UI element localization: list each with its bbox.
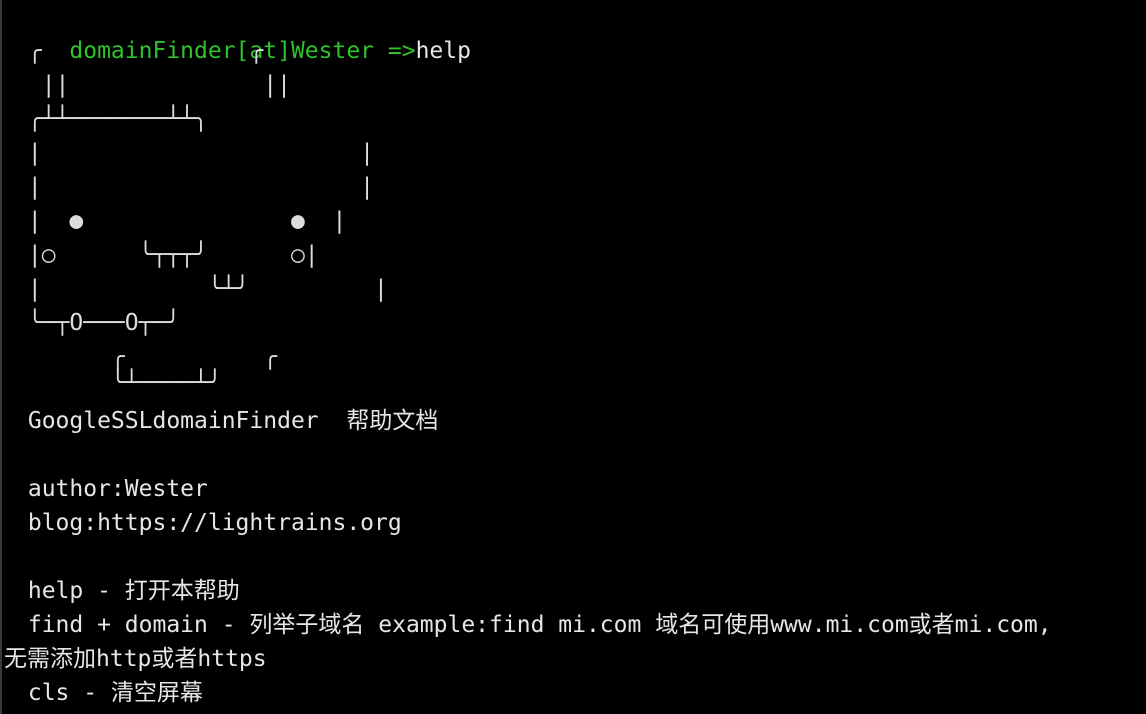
prompt-line: domainFinder[at]Wester =>help xyxy=(14,0,471,64)
ascii-art-line-3: ╭┴┴───────┴┴╮ xyxy=(14,106,208,132)
cls-command-line: cls - 清空屏幕 xyxy=(14,680,203,706)
ascii-art-line-2: || || xyxy=(14,72,291,98)
ascii-art-line-4: | | xyxy=(14,140,375,166)
blog-line: blog:https://lightrains.org xyxy=(14,510,402,536)
ascii-art-line-9: ╰─┬O───O┬─╯ xyxy=(14,310,181,336)
ascii-art-line-8: | ╰┴╯ | xyxy=(14,276,388,302)
command-text: help xyxy=(415,38,471,64)
terminal-window[interactable]: domainFinder[at]Wester =>help ╭ ╭ || || … xyxy=(0,0,1146,714)
find-command-line: find + domain - 列举子域名 example:find mi.co… xyxy=(14,612,1052,638)
help-title: GoogleSSLdomainFinder 帮助文档 xyxy=(14,408,439,434)
ascii-art-line-6: | ● ● | xyxy=(14,208,347,234)
author-line: author:Wester xyxy=(14,476,208,502)
ascii-art-line-11: ╰┴────┴╯ xyxy=(14,370,222,396)
ascii-art-line-5: | | xyxy=(14,174,375,200)
ascii-art-line-1: ╭ ╭ xyxy=(14,38,264,64)
ascii-art-line-7: |○ ╰┬┬┬╯ ○| xyxy=(14,242,319,268)
help-command-line: help - 打开本帮助 xyxy=(14,578,240,604)
find-command-continuation: 无需添加http或者https xyxy=(4,646,267,672)
